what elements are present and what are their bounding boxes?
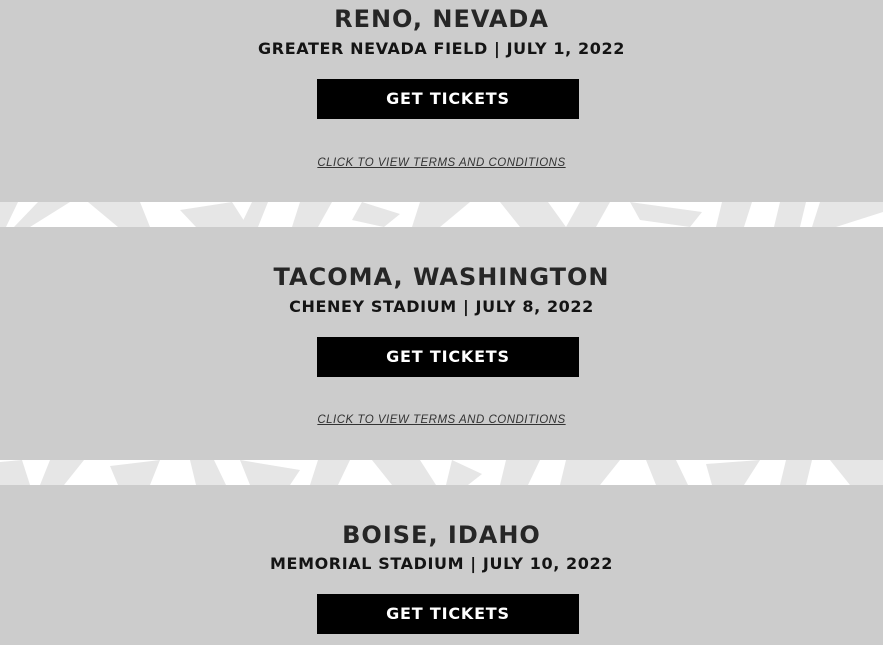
divider-pattern <box>0 460 883 485</box>
tour-dates-page: RENO, NEVADA GREATER NEVADA FIELD | JULY… <box>0 0 883 645</box>
event-venue-date: CHENEY STADIUM | JULY 8, 2022 <box>289 297 594 316</box>
event-venue-date: MEMORIAL STADIUM | JULY 10, 2022 <box>270 554 613 573</box>
decorative-divider <box>0 202 883 227</box>
event-card-boise: BOISE, IDAHO MEMORIAL STADIUM | JULY 10,… <box>0 485 883 645</box>
get-tickets-button[interactable]: GET TICKETS <box>317 79 579 119</box>
event-city: RENO, NEVADA <box>334 5 549 33</box>
event-card-reno: RENO, NEVADA GREATER NEVADA FIELD | JULY… <box>0 0 883 202</box>
terms-and-conditions-link[interactable]: CLICK TO VIEW TERMS AND CONDITIONS <box>0 413 883 427</box>
get-tickets-button[interactable]: GET TICKETS <box>317 337 579 377</box>
divider-pattern <box>0 202 883 227</box>
event-card-tacoma: TACOMA, WASHINGTON CHENEY STADIUM | JULY… <box>0 227 883 460</box>
decorative-divider <box>0 460 883 485</box>
event-city: BOISE, IDAHO <box>342 521 541 549</box>
get-tickets-button[interactable]: GET TICKETS <box>317 594 579 634</box>
terms-and-conditions-link[interactable]: CLICK TO VIEW TERMS AND CONDITIONS <box>0 156 883 170</box>
event-city: TACOMA, WASHINGTON <box>273 263 610 291</box>
event-venue-date: GREATER NEVADA FIELD | JULY 1, 2022 <box>258 39 625 58</box>
